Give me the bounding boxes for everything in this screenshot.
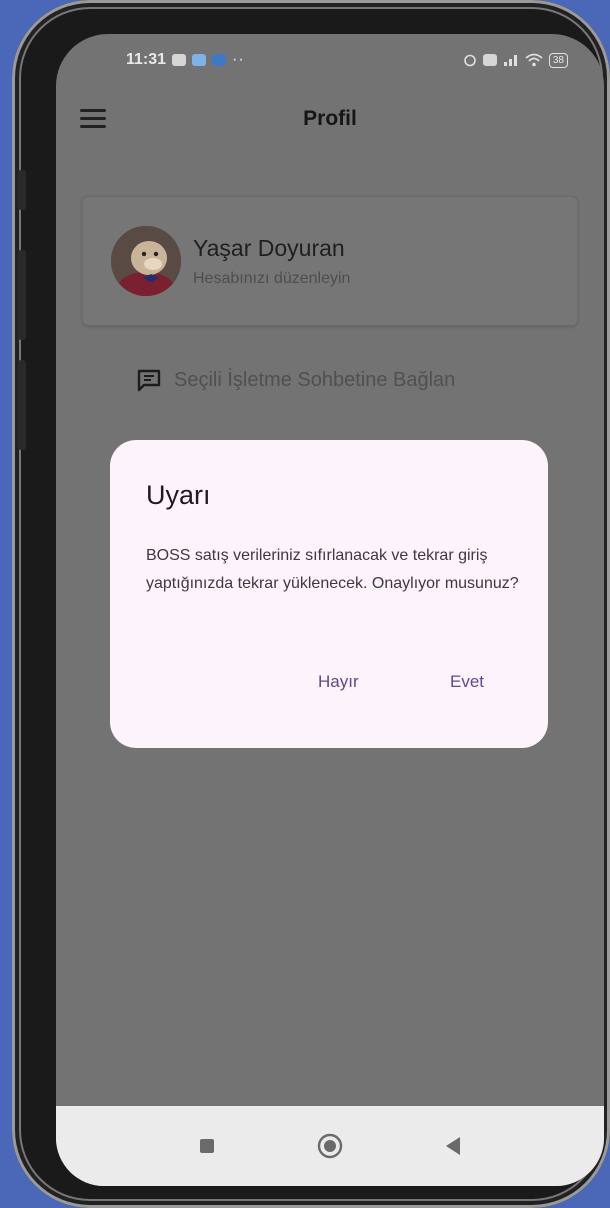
- signal-icon: [503, 55, 517, 66]
- page-title: Profil: [303, 107, 357, 130]
- alarm-icon: [464, 54, 476, 67]
- phone-power-button: [18, 360, 26, 450]
- linkedin-icon: [212, 54, 227, 66]
- menu-icon[interactable]: [80, 109, 106, 129]
- battery-level: 38: [552, 54, 564, 66]
- app-icon: [192, 54, 207, 66]
- recents-icon[interactable]: [198, 1137, 216, 1155]
- avatar: [111, 226, 181, 296]
- phone-side-button: [18, 170, 26, 210]
- cancel-button[interactable]: Hayır: [318, 672, 359, 692]
- profile-name: Yaşar Doyuran: [193, 234, 345, 261]
- battery-icon: 38: [548, 52, 568, 68]
- profile-card[interactable]: Yaşar Doyuran Hesabınızı düzenleyin: [82, 196, 578, 326]
- back-icon[interactable]: [444, 1136, 462, 1156]
- more-icon: ··: [232, 51, 245, 68]
- profile-edit-hint: Hesabınızı düzenleyin: [193, 269, 351, 287]
- confirm-button[interactable]: Evet: [450, 672, 484, 692]
- alert-dialog: Uyarı BOSS satış verileriniz sıfırlanaca…: [110, 440, 548, 748]
- phone-volume-button: [18, 250, 26, 340]
- screen: 11:31 ·· 38 Profil Yaşar Doyuran Hesabın…: [56, 34, 604, 1186]
- wifi-icon: [525, 53, 543, 67]
- avatar-image: [111, 226, 181, 296]
- dialog-message: BOSS satış verileriniz sıfırlanacak ve t…: [146, 547, 519, 592]
- app-bar: Profil: [56, 94, 604, 144]
- status-time: 11:31: [126, 51, 167, 68]
- status-bar: 11:31 ·· 38: [56, 34, 604, 86]
- connect-chat-button[interactable]: Seçili İşletme Sohbetine Bağlan: [136, 368, 455, 392]
- chat-link-label: Seçili İşletme Sohbetine Bağlan: [174, 368, 456, 391]
- phone-frame: 11:31 ·· 38 Profil Yaşar Doyuran Hesabın…: [12, 0, 610, 1208]
- notification-icon: [172, 54, 187, 66]
- dialog-title: Uyarı: [146, 480, 211, 510]
- home-icon[interactable]: [316, 1132, 344, 1160]
- chat-icon: [137, 369, 161, 392]
- system-nav-bar: [56, 1106, 604, 1186]
- sim-icon: [482, 54, 497, 66]
